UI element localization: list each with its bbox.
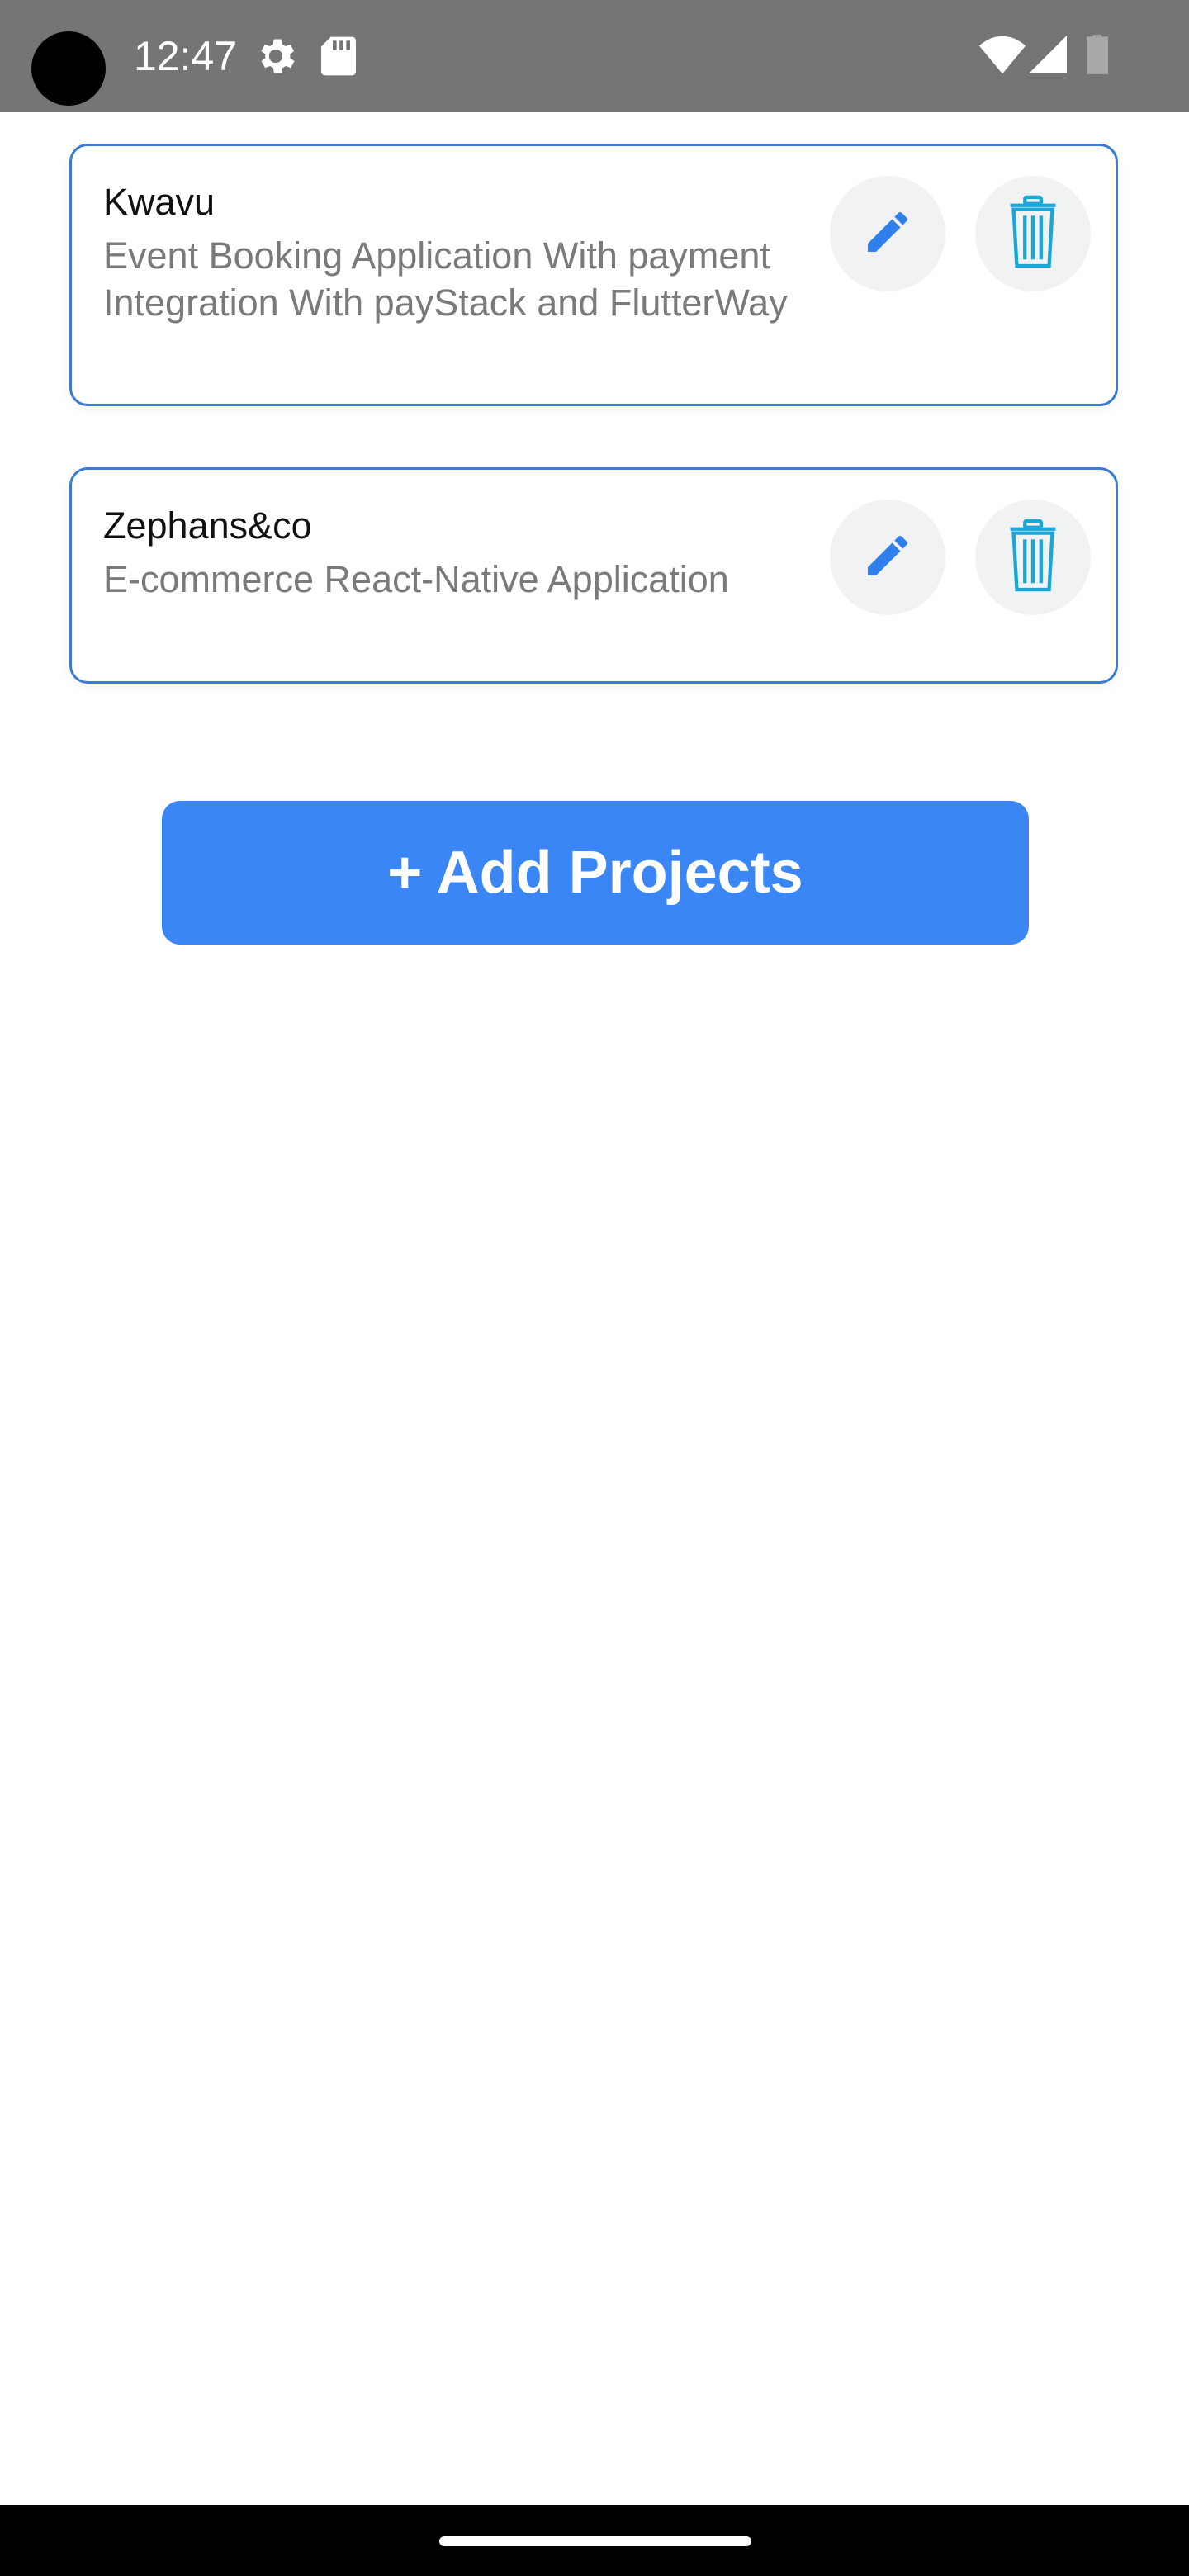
- camera-cutout: [31, 31, 106, 106]
- project-title: Kwavu: [103, 181, 216, 223]
- project-description: Event Booking Application With payment I…: [103, 234, 788, 324]
- delete-button[interactable]: [975, 500, 1091, 615]
- sd-card-icon: [317, 33, 360, 83]
- edit-button[interactable]: [830, 500, 945, 615]
- app-screen: 12:47 Kwavu Event Booking Application Wi…: [0, 0, 1189, 2576]
- navigation-bar: [0, 2505, 1189, 2576]
- project-card[interactable]: Zephans&co E-commerce React-Native Appli…: [69, 467, 1118, 684]
- trash-icon: [1007, 195, 1059, 273]
- delete-button[interactable]: [975, 176, 1091, 291]
- edit-button[interactable]: [830, 176, 945, 291]
- status-bar: 12:47: [0, 0, 1189, 112]
- settings-gear-icon: [253, 33, 299, 83]
- project-description: E-commerce React-Native Application: [103, 558, 729, 600]
- project-title: Zephans&co: [103, 504, 312, 547]
- pencil-icon: [861, 529, 914, 586]
- project-card[interactable]: Kwavu Event Booking Application With pay…: [69, 144, 1118, 406]
- pencil-icon: [861, 206, 914, 263]
- trash-icon: [1007, 519, 1059, 597]
- wifi-icon: [979, 35, 1026, 78]
- battery-icon: [1087, 35, 1108, 78]
- home-indicator[interactable]: [439, 2536, 751, 2546]
- status-time: 12:47: [134, 33, 238, 79]
- add-projects-button[interactable]: + Add Projects: [162, 801, 1029, 945]
- cellular-signal-icon: [1029, 35, 1067, 78]
